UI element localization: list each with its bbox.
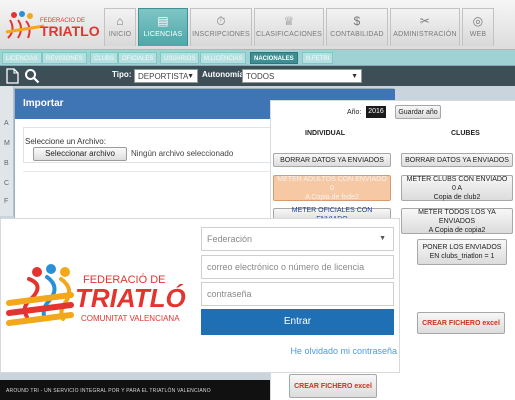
email-field[interactable]: correo electrónico o número de licencia: [201, 255, 394, 279]
login-card: FEDERACIÓ DE TRIATLÓ COMUNITAT VALENCIAN…: [0, 218, 400, 373]
banner-text: AROUND TRI - UN SERVICIO INTEGRAL POR Y …: [6, 388, 211, 394]
meter-adultos-button[interactable]: METER ADULTOS CON ENVIADO 0 A Copia de f…: [273, 175, 391, 201]
borrar-individual-button[interactable]: BORRAR DATOS YA ENVIADOS: [273, 153, 391, 167]
strip-letter: B: [4, 160, 9, 167]
tipo-label: Tipo:: [112, 70, 132, 79]
logo-line-2: TRIATLÓ: [75, 283, 186, 313]
left-row-strip: A M B C F: [0, 86, 14, 216]
chevron-down-icon: ▼: [187, 73, 194, 80]
meter-todos-button[interactable]: METER TODOS LOS YA ENVIADOS A Copia de c…: [401, 208, 513, 234]
file-status: Ningún archivo seleccionado: [131, 149, 234, 158]
nav-tab-label: WEB: [469, 31, 487, 38]
strip-letter: C: [4, 180, 10, 187]
button-label: METER ADULTOS CON ENVIADO 0: [277, 175, 387, 192]
dark-banner: AROUND TRI - UN SERVICIO INTEGRAL POR Y …: [0, 380, 270, 400]
email-placeholder: correo electrónico o número de licencia: [207, 262, 365, 272]
year-input[interactable]: 2016: [366, 106, 386, 118]
button-label: METER CLUBS CON ENVIADO 0 A: [406, 175, 508, 192]
nav-tab-contabilidad[interactable]: $ CONTABILIDAD: [326, 8, 388, 46]
nav-tab-inicio[interactable]: ⌂ INICIO: [104, 8, 136, 46]
clubes-header: CLUBES: [451, 130, 480, 137]
nav-tab-label: ADMINISTRACIÓN: [393, 31, 457, 38]
forgot-password-link[interactable]: He olvidado mi contraseña: [204, 346, 397, 356]
file-label: Seleccione un Archivo:: [25, 137, 106, 146]
sub-tab-revisiones[interactable]: REVISIONES: [42, 52, 87, 64]
button-sublabel: A Copia de fede2: [305, 193, 359, 201]
individual-header: INDIVIDUAL: [305, 130, 346, 137]
modal-title: Importar: [23, 98, 64, 109]
password-placeholder: contraseña: [207, 289, 252, 299]
sub-tab-oficiales[interactable]: OFICIALES: [118, 52, 158, 64]
nav-tab-licencias[interactable]: ▤ LICENCIAS: [138, 8, 188, 46]
button-label: METER TODOS LOS YA ENVIADOS: [418, 208, 496, 225]
strip-letter: F: [4, 198, 9, 205]
button-sublabel: A Copia de copia2: [428, 226, 486, 234]
nav-tab-label: INSCRIPCIONES: [192, 31, 250, 38]
poner-enviados-button[interactable]: PONER LOS ENVIADOS EN clubs_triatlon = 1: [417, 239, 507, 265]
borrar-clubes-button[interactable]: BORRAR DATOS YA ENVIADOS: [401, 153, 513, 167]
triatlo-logo[interactable]: FEDERACIO DE TRIATLO: [4, 6, 100, 44]
app-header: FEDERACIO DE TRIATLO ⌂ INICIO ▤ LICENCIA…: [0, 0, 515, 50]
stopwatch-icon: ⏱: [216, 14, 226, 28]
sub-tab-usuarios[interactable]: USUARIOS: [160, 52, 200, 64]
button-sublabel: Copia de club2: [433, 193, 481, 201]
sub-tab-n-fetri[interactable]: N.FETRI: [302, 52, 334, 64]
year-label: Año:: [347, 109, 362, 116]
strip-letter: M: [4, 140, 10, 147]
tools-icon: ✂: [419, 14, 431, 28]
autonomia-select-value: TODOS: [246, 72, 275, 81]
autonomia-select[interactable]: TODOS ▼: [242, 69, 362, 83]
federation-select-value: Federación: [207, 234, 253, 244]
nav-tab-label: CONTABILIDAD: [330, 31, 384, 38]
nav-tab-label: INICIO: [108, 31, 132, 38]
crear-fichero-individual-button[interactable]: CREAR FICHERO excel: [289, 374, 377, 398]
federation-select[interactable]: Federación ▼: [201, 227, 394, 251]
sub-tab-m-licencias[interactable]: M.LICENCIAS: [200, 52, 247, 64]
nav-tab-label: LICENCIAS: [143, 31, 183, 38]
save-year-button[interactable]: Guardar año: [395, 105, 441, 119]
nav-tab-label: CLASIFICACIONES: [255, 31, 322, 38]
autonomia-label: Autonomía:: [202, 70, 247, 79]
dollar-icon: $: [353, 14, 361, 28]
crear-fichero-clubes-button[interactable]: CREAR FICHERO excel: [417, 312, 505, 334]
nav-tab-administracion[interactable]: ✂ ADMINISTRACIÓN: [390, 8, 460, 46]
tipo-select[interactable]: DEPORTISTA ▼: [134, 69, 198, 83]
sub-tab-licencias[interactable]: LICENCIAS: [2, 52, 42, 64]
nav-tab-inscripciones[interactable]: ⏱ INSCRIPCIONES: [190, 8, 252, 46]
document-icon[interactable]: [6, 68, 19, 84]
globe-icon: ◎: [472, 14, 484, 28]
trophy-icon: ♕: [283, 14, 295, 28]
logo-text: TRIATLO: [40, 23, 100, 39]
home-icon: ⌂: [116, 14, 124, 28]
chevron-down-icon: ▼: [379, 235, 386, 242]
filter-bar: Tipo: DEPORTISTA ▼ Autonomía: TODOS ▼: [0, 66, 515, 86]
sub-tab-bar: LICENCIAS REVISIONES CLUBS OFICIALES USU…: [0, 50, 515, 66]
nav-tab-web[interactable]: ◎ WEB: [462, 8, 494, 46]
sub-tab-nacionales[interactable]: NACIONALES: [250, 52, 298, 64]
tipo-select-value: DEPORTISTA: [138, 72, 189, 81]
logo-line-3: COMUNITAT VALENCIANA: [81, 314, 180, 323]
nav-tab-clasificaciones[interactable]: ♕ CLASIFICACIONES: [254, 8, 324, 46]
button-sublabel: EN clubs_triatlon = 1: [429, 253, 495, 260]
button-label: PONER LOS ENVIADOS: [422, 244, 502, 251]
password-field[interactable]: contraseña: [201, 282, 394, 306]
list-icon: ▤: [157, 14, 169, 28]
search-icon[interactable]: [24, 68, 40, 84]
meter-clubs-button[interactable]: METER CLUBS CON ENVIADO 0 A Copia de clu…: [401, 175, 513, 201]
button-label: BORRAR DATOS YA ENVIADOS: [280, 156, 384, 164]
strip-letter: A: [4, 120, 9, 127]
select-file-button[interactable]: Seleccionar archivo: [33, 147, 127, 161]
button-label: BORRAR DATOS YA ENVIADOS: [405, 156, 509, 164]
chevron-down-icon: ▼: [351, 73, 358, 80]
login-submit-button[interactable]: Entrar: [201, 309, 394, 335]
sub-tab-clubs[interactable]: CLUBS: [90, 52, 119, 64]
federacio-triatlo-logo: FEDERACIÓ DE TRIATLÓ COMUNITAT VALENCIAN…: [6, 264, 186, 326]
